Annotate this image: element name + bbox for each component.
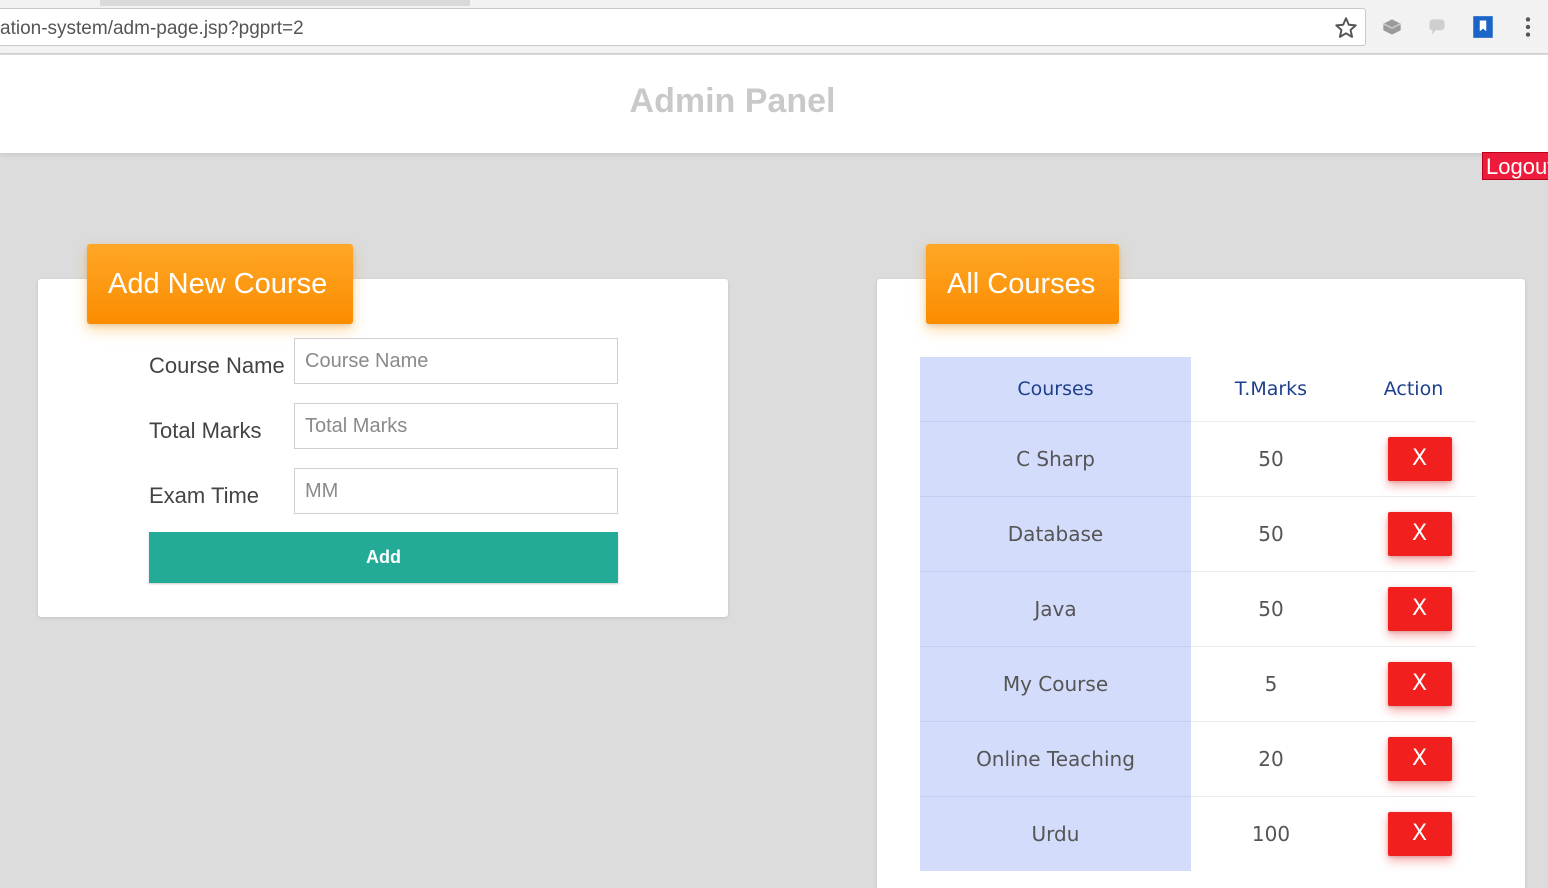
course-marks-cell: 50 xyxy=(1191,495,1351,571)
page-title: Admin Panel xyxy=(629,82,836,120)
table-row: Java 50 X xyxy=(920,570,1476,646)
delete-course-button[interactable]: X xyxy=(1387,436,1452,481)
course-name-cell: C Sharp xyxy=(920,420,1191,496)
delete-course-button[interactable]: X xyxy=(1387,661,1452,706)
action-cell: X xyxy=(1351,645,1476,721)
table-row: Database 50 X xyxy=(920,495,1476,571)
table-row: Urdu 100 X xyxy=(920,795,1476,871)
action-cell: X xyxy=(1351,570,1476,646)
address-bar[interactable]: ation-system/adm-page.jsp?pgprt=2 xyxy=(0,8,1366,46)
exam-time-label: Exam Time xyxy=(149,483,260,508)
tab-strip xyxy=(0,0,1548,6)
table-row: C Sharp 50 X xyxy=(920,420,1476,496)
logout-button[interactable]: Logout xyxy=(1482,152,1548,180)
courses-table: Courses T.Marks Action C Sharp 50 X Data… xyxy=(920,357,1476,871)
course-name-cell: Java xyxy=(920,570,1191,646)
browser-tab[interactable] xyxy=(0,0,100,6)
action-cell: X xyxy=(1351,495,1476,571)
delete-course-button[interactable]: X xyxy=(1387,511,1452,556)
bookmark-star-icon[interactable] xyxy=(1333,15,1359,41)
total-marks-label: Total Marks xyxy=(149,418,262,443)
extension-icon[interactable] xyxy=(1379,14,1405,40)
page-header: Admin Panel xyxy=(0,55,1548,153)
add-course-heading: Add New Course xyxy=(87,244,353,324)
course-name-cell: Online Teaching xyxy=(920,720,1191,796)
course-name-input[interactable] xyxy=(294,338,618,384)
table-header-row: Courses T.Marks Action xyxy=(920,357,1476,421)
more-menu-icon[interactable] xyxy=(1515,14,1541,40)
bookmark-extension-icon[interactable] xyxy=(1470,14,1496,40)
table-row: My Course 5 X xyxy=(920,645,1476,721)
browser-tab-strip-empty xyxy=(470,0,1548,6)
column-header-action: Action xyxy=(1383,377,1444,400)
course-marks-cell: 20 xyxy=(1191,720,1351,796)
exam-time-input[interactable] xyxy=(294,468,618,514)
course-name-cell: Urdu xyxy=(920,795,1191,871)
action-cell: X xyxy=(1351,795,1476,871)
url-text[interactable]: ation-system/adm-page.jsp?pgprt=2 xyxy=(0,18,304,40)
course-marks-cell: 50 xyxy=(1191,570,1351,646)
course-name-label: Course Name xyxy=(149,353,285,378)
delete-course-button[interactable]: X xyxy=(1387,736,1452,781)
column-header-marks: T.Marks xyxy=(1234,377,1308,400)
action-cell: X xyxy=(1351,420,1476,496)
add-course-button[interactable]: Add xyxy=(149,532,618,583)
course-marks-cell: 100 xyxy=(1191,795,1351,871)
total-marks-input[interactable] xyxy=(294,403,618,449)
course-marks-cell: 5 xyxy=(1191,645,1351,721)
table-row: Online Teaching 20 X xyxy=(920,720,1476,796)
extension-icon[interactable] xyxy=(1424,14,1450,40)
action-cell: X xyxy=(1351,720,1476,796)
all-courses-heading: All Courses xyxy=(926,244,1119,324)
course-marks-cell: 50 xyxy=(1191,420,1351,496)
delete-course-button[interactable]: X xyxy=(1387,811,1452,856)
course-name-cell: Database xyxy=(920,495,1191,571)
browser-toolbar: ation-system/adm-page.jsp?pgprt=2 xyxy=(0,0,1548,54)
column-header-courses: Courses xyxy=(920,357,1191,421)
delete-course-button[interactable]: X xyxy=(1387,586,1452,631)
course-name-cell: My Course xyxy=(920,645,1191,721)
